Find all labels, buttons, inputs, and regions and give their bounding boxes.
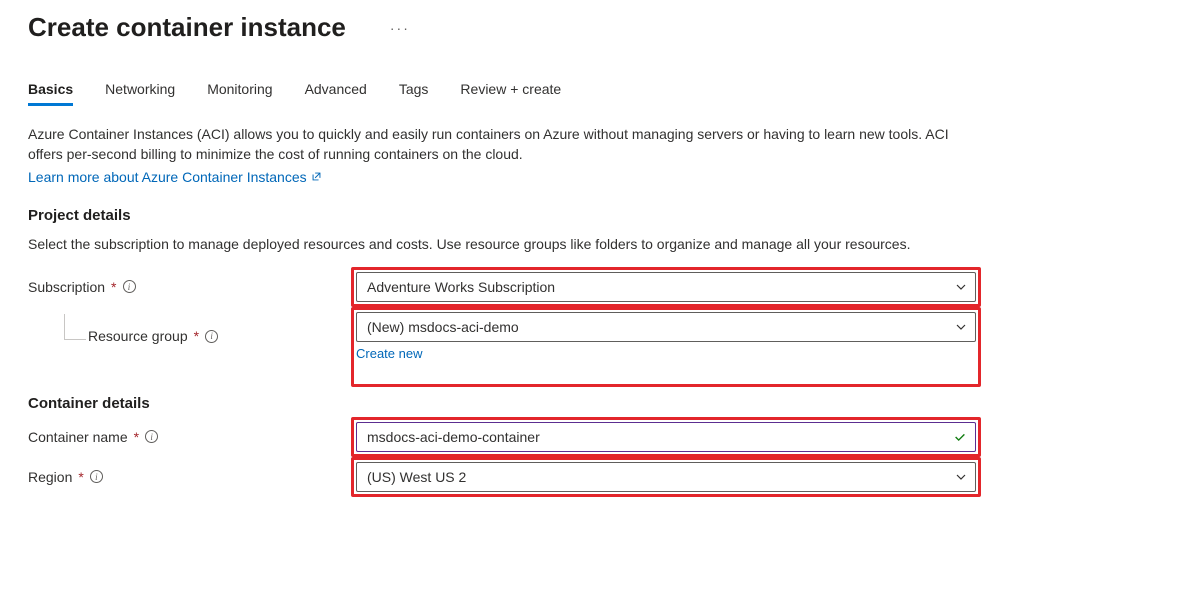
external-link-icon <box>311 171 322 182</box>
tab-review-create[interactable]: Review + create <box>460 81 561 106</box>
tab-tags[interactable]: Tags <box>399 81 429 106</box>
chevron-down-icon <box>955 321 967 333</box>
region-select[interactable]: (US) West US 2 <box>356 462 976 492</box>
create-new-link[interactable]: Create new <box>356 346 422 361</box>
chevron-down-icon <box>955 471 967 483</box>
container-details-heading: Container details <box>28 395 1172 412</box>
container-name-label: Container name <box>28 429 128 445</box>
learn-more-link-text: Learn more about Azure Container Instanc… <box>28 169 307 185</box>
resource-group-value: (New) msdocs-aci-demo <box>367 319 519 335</box>
info-icon[interactable]: i <box>123 280 136 293</box>
learn-more-link[interactable]: Learn more about Azure Container Instanc… <box>28 169 322 185</box>
subscription-label: Subscription <box>28 279 105 295</box>
tab-networking[interactable]: Networking <box>105 81 175 106</box>
tab-bar: Basics Networking Monitoring Advanced Ta… <box>28 81 1172 106</box>
required-marker: * <box>194 328 199 344</box>
resource-group-select[interactable]: (New) msdocs-aci-demo <box>356 312 976 342</box>
project-details-heading: Project details <box>28 207 1172 224</box>
tab-advanced[interactable]: Advanced <box>305 81 367 106</box>
info-icon[interactable]: i <box>90 470 103 483</box>
container-name-input[interactable]: msdocs-aci-demo-container <box>356 422 976 452</box>
tab-monitoring[interactable]: Monitoring <box>207 81 272 106</box>
region-label: Region <box>28 469 72 485</box>
info-icon[interactable]: i <box>205 330 218 343</box>
region-value: (US) West US 2 <box>367 469 466 485</box>
required-marker: * <box>111 279 116 295</box>
intro-text: Azure Container Instances (ACI) allows y… <box>28 124 978 165</box>
container-name-value: msdocs-aci-demo-container <box>367 429 540 445</box>
checkmark-icon <box>953 430 967 444</box>
resource-group-label: Resource group <box>88 328 188 344</box>
subscription-select[interactable]: Adventure Works Subscription <box>356 272 976 302</box>
subscription-value: Adventure Works Subscription <box>367 279 555 295</box>
required-marker: * <box>134 429 139 445</box>
chevron-down-icon <box>955 281 967 293</box>
more-actions-icon[interactable]: ··· <box>390 20 410 36</box>
page-title: Create container instance <box>28 12 346 43</box>
info-icon[interactable]: i <box>145 430 158 443</box>
project-details-desc: Select the subscription to manage deploy… <box>28 234 978 254</box>
required-marker: * <box>78 469 83 485</box>
tab-basics[interactable]: Basics <box>28 81 73 106</box>
